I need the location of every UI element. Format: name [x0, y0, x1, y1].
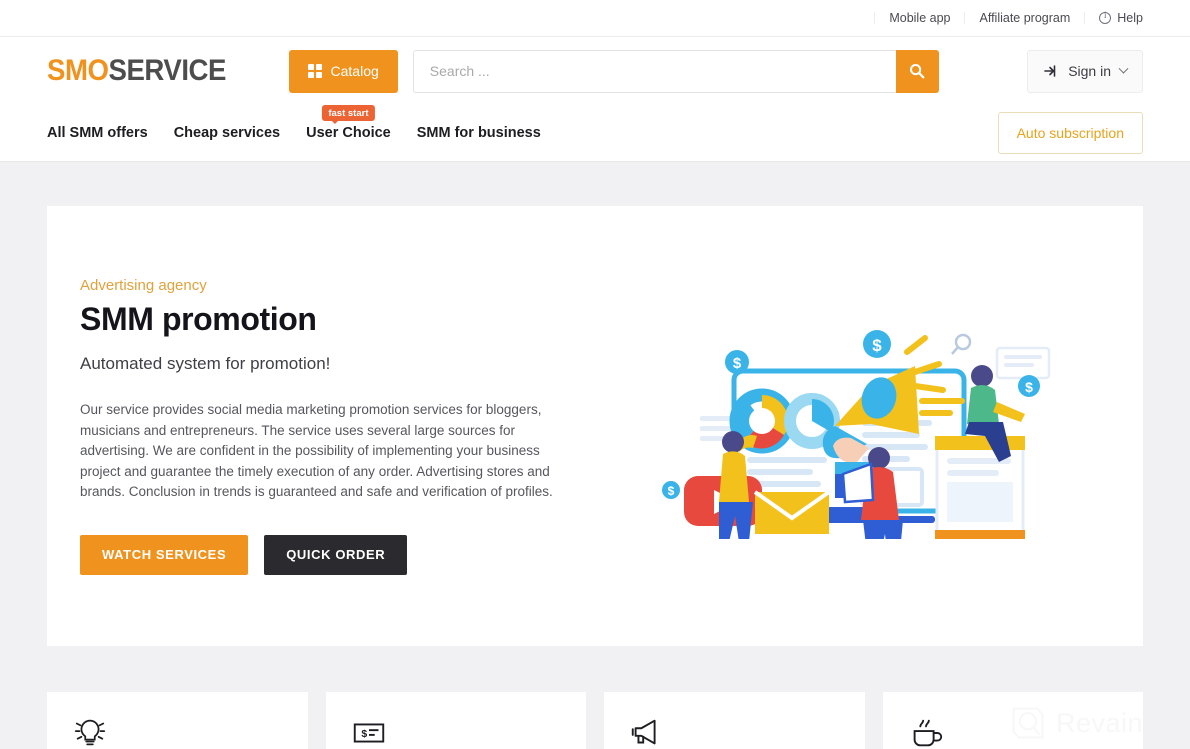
- hero-title: SMM promotion: [80, 301, 317, 338]
- search-button[interactable]: [895, 49, 939, 93]
- lightbulb-icon: [74, 719, 106, 746]
- top-utility-bar: Mobile app Affiliate program Help: [0, 0, 1190, 37]
- svg-text:$: $: [1025, 379, 1033, 395]
- auto-subscription-label: Auto subscription: [1016, 125, 1124, 141]
- sign-in-button[interactable]: Sign in: [1027, 49, 1143, 93]
- info-icon: [1099, 11, 1112, 24]
- nav-item-cheap-services[interactable]: Cheap services: [174, 125, 280, 141]
- hero-text-block: Advertising agency SMM promotion Automat…: [47, 277, 567, 575]
- feature-card-promotion[interactable]: [604, 692, 865, 749]
- catalog-button[interactable]: Catalog: [288, 49, 398, 93]
- hero-subtitle: Automated system for promotion!: [80, 354, 331, 374]
- feature-card-price[interactable]: $: [325, 692, 586, 749]
- magnifier-icon: [910, 64, 925, 79]
- fast-start-badge: fast start: [322, 105, 375, 124]
- coffee-cup-icon: [913, 719, 942, 747]
- chevron-down-icon: [1118, 63, 1129, 74]
- topbar-link-help[interactable]: Help: [1085, 10, 1143, 25]
- logo-secondary-text: SERVICE: [108, 54, 226, 87]
- svg-text:$: $: [872, 336, 882, 355]
- search-input[interactable]: [412, 49, 896, 93]
- auto-subscription-button[interactable]: Auto subscription: [997, 112, 1143, 154]
- grid-icon: [307, 64, 322, 78]
- topbar-link-label: Help: [1117, 10, 1143, 25]
- topbar-link-mobile-app[interactable]: Mobile app: [874, 10, 966, 25]
- site-logo[interactable]: SMO SERVICE: [47, 54, 226, 88]
- svg-text:$: $: [668, 484, 675, 498]
- nav-item-label: Cheap services: [173, 125, 281, 141]
- nav-item-user-choice[interactable]: fast start User Choice: [306, 105, 391, 141]
- svg-text:$: $: [361, 729, 367, 740]
- hero-kicker: Advertising agency: [80, 277, 207, 295]
- nav-item-all-smm-offers[interactable]: All SMM offers: [47, 125, 148, 141]
- hero-body-text: Our service provides social media market…: [80, 402, 553, 500]
- logo-primary-text: SMO: [47, 54, 109, 87]
- megaphone-icon: [631, 719, 656, 745]
- feature-cards-row: $: [47, 692, 1143, 749]
- quick-order-button[interactable]: QUICK ORDER: [264, 534, 408, 575]
- watch-services-button[interactable]: WATCH SERVICES: [80, 534, 249, 575]
- nav-item-smm-for-business[interactable]: SMM for business: [417, 125, 541, 141]
- main-navigation: All SMM offers Cheap services fast start…: [0, 105, 1190, 162]
- login-arrow-icon: [1044, 65, 1056, 77]
- topbar-link-label: Affiliate program: [979, 10, 1071, 25]
- banknote-dollar-icon: $: [353, 723, 384, 743]
- nav-item-label: SMM for business: [416, 125, 541, 141]
- sign-in-label: Sign in: [1068, 63, 1111, 79]
- smm-promotion-illustration: $ $ $ $: [662, 330, 1051, 539]
- topbar-link-affiliate-program[interactable]: Affiliate program: [965, 10, 1086, 25]
- hero-section: Advertising agency SMM promotion Automat…: [47, 206, 1143, 646]
- hero-button-group: WATCH SERVICES QUICK ORDER: [80, 534, 567, 575]
- catalog-button-label: Catalog: [330, 63, 379, 79]
- svg-text:$: $: [733, 355, 742, 372]
- nav-item-label: All SMM offers: [47, 125, 148, 141]
- topbar-link-label: Mobile app: [889, 10, 951, 25]
- search-bar: [412, 49, 939, 93]
- site-header: SMOSERVICE Catalog Sign in: [0, 37, 1190, 105]
- feature-card-support[interactable]: [882, 692, 1143, 749]
- nav-item-label: User Choice: [306, 125, 391, 141]
- feature-card-idea[interactable]: [47, 692, 308, 749]
